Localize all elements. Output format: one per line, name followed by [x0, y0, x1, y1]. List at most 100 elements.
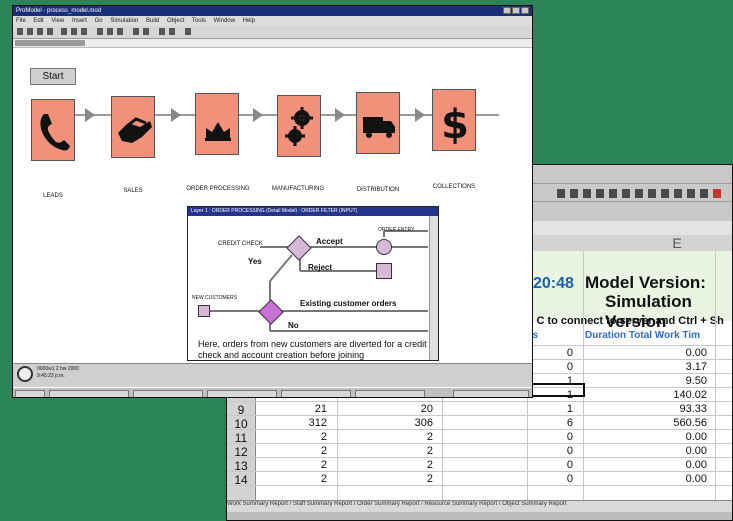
taskbar-item[interactable]	[355, 390, 425, 397]
row-number[interactable]: 10	[227, 417, 255, 431]
table-cell[interactable]: 3.17	[587, 361, 707, 373]
bold-icon[interactable]	[570, 189, 578, 198]
table-cell[interactable]: 0	[527, 347, 573, 359]
align-right-icon[interactable]	[635, 189, 643, 198]
minimize-icon[interactable]	[503, 7, 511, 14]
print-icon[interactable]	[47, 28, 53, 35]
menu-item[interactable]: Tools	[192, 18, 206, 24]
row-number[interactable]: 12	[227, 445, 255, 459]
taskbar-item[interactable]	[133, 390, 203, 397]
menu-item[interactable]: Window	[214, 18, 235, 24]
menu-item[interactable]: Object	[167, 18, 184, 24]
table-cell[interactable]: 0.00	[587, 347, 707, 359]
table-cell[interactable]: 306	[367, 417, 433, 429]
menu-item[interactable]: File	[16, 18, 26, 24]
paste-icon[interactable]	[81, 28, 87, 35]
menu-item[interactable]: Build	[146, 18, 159, 24]
table-cell[interactable]: 0.00	[587, 445, 707, 457]
underline-icon[interactable]	[596, 189, 604, 198]
zoom-out-icon[interactable]	[143, 28, 149, 35]
table-cell[interactable]: 0	[527, 361, 573, 373]
table-cell[interactable]: 2	[367, 445, 433, 457]
border-icon[interactable]	[687, 189, 695, 198]
table-cell[interactable]: 560.56	[587, 417, 707, 429]
close-icon[interactable]	[521, 7, 529, 14]
table-cell[interactable]: 0.00	[587, 459, 707, 471]
save-icon[interactable]	[37, 28, 43, 35]
stage-collections[interactable]: $	[432, 89, 476, 151]
row-number[interactable]: 14	[227, 473, 255, 487]
table-cell[interactable]: 2	[267, 459, 327, 471]
column-header-e[interactable]: E	[637, 235, 717, 251]
table-cell[interactable]: 0	[527, 459, 573, 471]
table-cell[interactable]: 1	[527, 389, 573, 401]
font-color-icon[interactable]	[713, 189, 721, 198]
new-customers-node[interactable]	[198, 305, 210, 317]
table-cell[interactable]: 2	[267, 431, 327, 443]
stop-icon[interactable]	[117, 28, 123, 35]
pause-icon[interactable]	[107, 28, 113, 35]
zoom-in-icon[interactable]	[133, 28, 139, 35]
table-cell[interactable]: 20	[367, 403, 433, 415]
taskbar-item[interactable]	[49, 390, 129, 397]
open-icon[interactable]	[27, 28, 33, 35]
run-icon[interactable]	[97, 28, 103, 35]
table-cell[interactable]: 2	[367, 473, 433, 485]
table-cell[interactable]: 2	[367, 459, 433, 471]
table-cell[interactable]: 140.02	[587, 389, 707, 401]
start-menu-button[interactable]	[15, 390, 45, 397]
layer-icon[interactable]	[159, 28, 165, 35]
reject-node[interactable]	[376, 263, 392, 279]
menu-item[interactable]: Edit	[33, 18, 43, 24]
maximize-icon[interactable]	[512, 7, 520, 14]
italic-icon[interactable]	[583, 189, 591, 198]
toolbar-icons[interactable]	[557, 189, 732, 201]
table-cell[interactable]: 0	[527, 445, 573, 457]
taskbar-item[interactable]	[207, 390, 277, 397]
table-cell[interactable]: 2	[267, 445, 327, 457]
menu-item[interactable]: Go	[95, 18, 103, 24]
table-cell[interactable]: 0.00	[587, 431, 707, 443]
table-cell[interactable]: 1	[527, 403, 573, 415]
table-cell[interactable]: 21	[267, 403, 327, 415]
table-cell[interactable]: 0	[527, 473, 573, 485]
new-icon[interactable]	[17, 28, 23, 35]
stage-manufacturing[interactable]	[277, 95, 321, 157]
table-cell[interactable]: 0.00	[587, 473, 707, 485]
table-cell[interactable]: 0	[527, 431, 573, 443]
currency-icon[interactable]	[661, 189, 669, 198]
menu-item[interactable]: Help	[243, 18, 255, 24]
help-icon[interactable]	[185, 28, 191, 35]
menu-item[interactable]: Simulation	[110, 18, 138, 24]
align-center-icon[interactable]	[622, 189, 630, 198]
stage-label: SALES	[123, 188, 143, 194]
order-entry-node[interactable]	[376, 239, 392, 255]
grid-icon[interactable]	[169, 28, 175, 35]
table-cell[interactable]: 93.33	[587, 403, 707, 415]
start-button[interactable]: Start	[30, 68, 76, 85]
row-number[interactable]: 11	[227, 431, 255, 445]
stage-leads[interactable]	[31, 99, 75, 161]
menu-item[interactable]: Insert	[72, 18, 87, 24]
stage-distribution[interactable]	[356, 92, 400, 154]
table-cell[interactable]: 9.50	[587, 375, 707, 387]
cut-icon[interactable]	[61, 28, 67, 35]
table-cell[interactable]: 2	[367, 431, 433, 443]
percent-icon[interactable]	[674, 189, 682, 198]
table-cell[interactable]: 1	[527, 375, 573, 387]
table-cell[interactable]: 6	[527, 417, 573, 429]
table-cell[interactable]: 2	[267, 473, 327, 485]
row-number[interactable]: 13	[227, 459, 255, 473]
taskbar-item[interactable]	[281, 390, 351, 397]
merge-icon[interactable]	[648, 189, 656, 198]
stage-sales[interactable]	[111, 96, 155, 158]
menu-item[interactable]: View	[51, 18, 64, 24]
fill-color-icon[interactable]	[700, 189, 708, 198]
table-cell[interactable]: 312	[267, 417, 327, 429]
stage-label: COLLECTIONS	[432, 184, 476, 190]
row-number[interactable]: 9	[227, 403, 255, 417]
undo-icon[interactable]	[557, 189, 565, 198]
copy-icon[interactable]	[71, 28, 77, 35]
align-left-icon[interactable]	[609, 189, 617, 198]
stage-order-processing[interactable]	[195, 93, 239, 155]
